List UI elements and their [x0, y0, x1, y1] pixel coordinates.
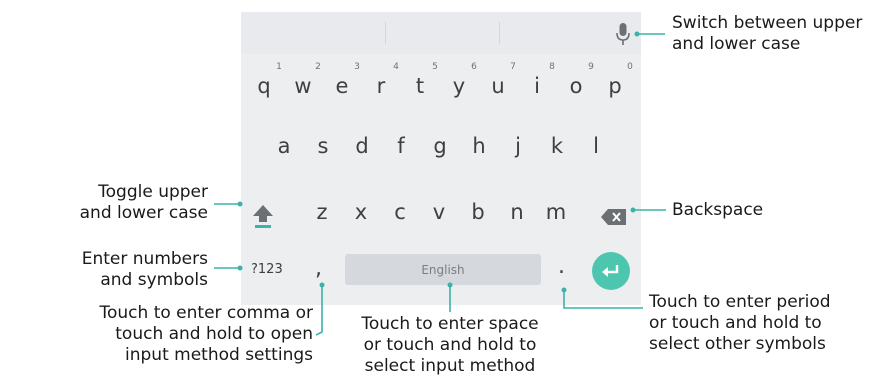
callout-line: and lower case — [672, 34, 801, 54]
callout-line: Switch between upper — [672, 13, 863, 33]
key[interactable]: h — [461, 124, 497, 168]
enter-button[interactable] — [592, 252, 630, 290]
callout-line: Touch to enter comma or — [99, 303, 314, 323]
key[interactable]: g — [422, 124, 458, 168]
key[interactable]: n — [499, 190, 535, 234]
callout-line: Enter numbers — [81, 249, 208, 269]
key-number-hint: 7 — [510, 62, 516, 72]
key-number-hint: 9 — [588, 62, 594, 72]
key[interactable]: z — [304, 190, 340, 234]
key[interactable]: k — [539, 124, 575, 168]
suggestion-divider — [385, 22, 386, 44]
callout-period: Touch to enter period or touch and hold … — [649, 292, 831, 355]
suggestion-divider — [499, 22, 500, 44]
callout-line: Toggle upper — [98, 182, 208, 202]
key-number-hint: 8 — [549, 62, 555, 72]
key[interactable]: x — [343, 190, 379, 234]
callout-line: or touch and hold to — [363, 335, 537, 355]
callout-line: Touch to enter period — [649, 292, 831, 312]
key[interactable]: v — [421, 190, 457, 234]
key-number-hint: 3 — [354, 62, 360, 72]
shift-arrow-icon[interactable] — [252, 204, 274, 230]
callout-line: input method settings — [125, 345, 313, 365]
callout-shift: Toggle upper and lower case — [80, 182, 208, 224]
callout-line: select input method — [364, 356, 536, 376]
space-bar[interactable]: English — [345, 254, 541, 285]
period-key[interactable]: . — [558, 254, 565, 279]
enter-arrow-icon — [602, 265, 619, 277]
key[interactable]: s — [305, 124, 341, 168]
comma-key[interactable]: , — [315, 256, 322, 281]
callout-line: and lower case — [79, 203, 208, 223]
callout-comma: Touch to enter comma or touch and hold t… — [100, 303, 314, 366]
symbols-key[interactable]: ?123 — [251, 262, 283, 277]
callout-space: Touch to enter space or touch and hold t… — [338, 314, 562, 377]
key-number-hint: 1 — [276, 62, 282, 72]
callout-line: Touch to enter space — [361, 314, 539, 334]
key[interactable]: l — [578, 124, 614, 168]
key-number-hint: 4 — [393, 62, 399, 72]
microphone-icon[interactable] — [615, 22, 631, 46]
callout-line: Backspace — [672, 200, 764, 220]
key[interactable]: m — [538, 190, 574, 234]
key[interactable]: d — [344, 124, 380, 168]
callout-symbols: Enter numbers and symbols — [82, 249, 208, 291]
key[interactable]: a — [266, 124, 302, 168]
key[interactable]: j — [500, 124, 536, 168]
key[interactable]: f — [383, 124, 419, 168]
backspace-icon[interactable] — [601, 208, 627, 226]
suggestion-bar — [241, 12, 641, 54]
callout-mic: Switch between upper and lower case — [672, 13, 862, 55]
key-number-hint: 0 — [627, 62, 633, 72]
callout-line: and symbols — [100, 270, 208, 290]
callout-backspace: Backspace — [672, 200, 763, 221]
key-number-hint: 2 — [315, 62, 321, 72]
callout-line: or touch and hold to — [649, 313, 822, 333]
key[interactable]: c — [382, 190, 418, 234]
callout-line: touch and hold to open — [115, 324, 313, 344]
callout-line: select other symbols — [649, 334, 826, 354]
key-number-hint: 5 — [432, 62, 438, 72]
keyboard: q1w2e3r4t5y6u7i8o9p0 asdfghjkl zxcvbnm ?… — [241, 12, 641, 305]
key[interactable]: b — [460, 190, 496, 234]
key-number-hint: 6 — [471, 62, 477, 72]
